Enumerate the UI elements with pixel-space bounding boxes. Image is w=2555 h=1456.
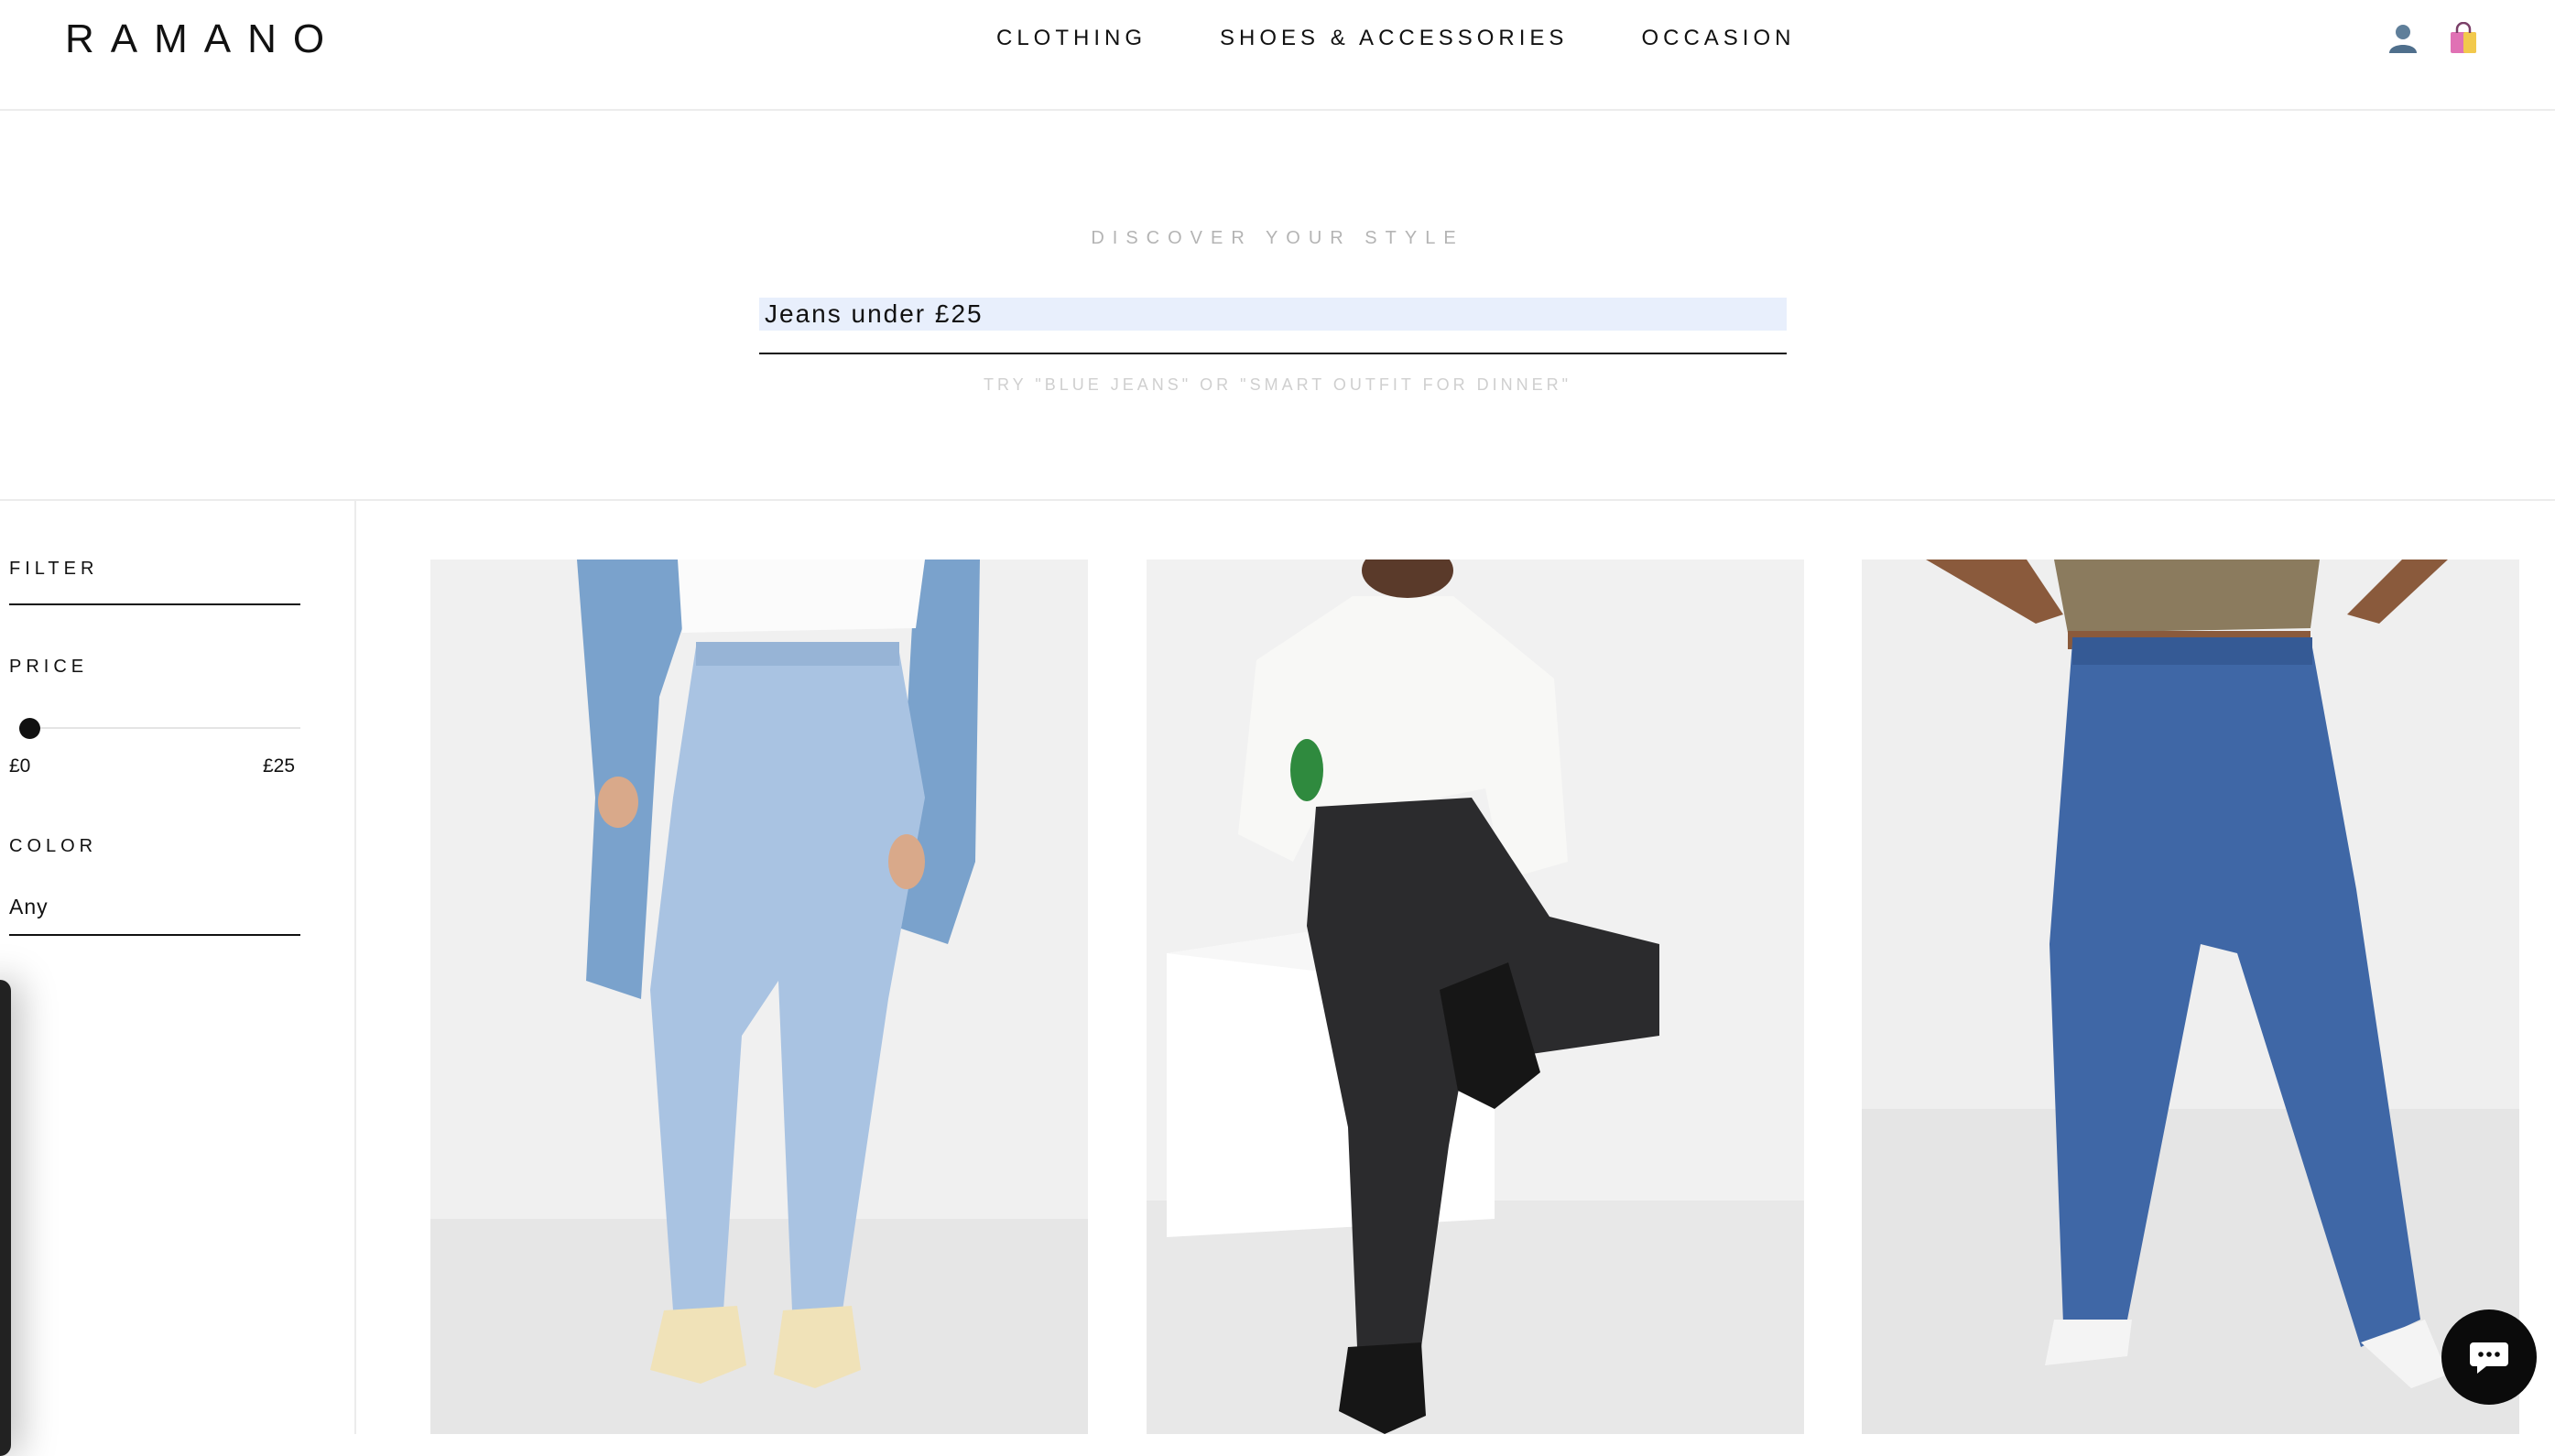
light-wash-skinny-jeans-image — [430, 560, 1088, 1434]
shopping-bag-icon[interactable] — [2447, 22, 2480, 55]
user-icon[interactable] — [2386, 22, 2419, 55]
chat-icon — [2470, 1342, 2508, 1374]
nav-occasion[interactable]: OCCASION — [1641, 26, 1795, 51]
filter-divider — [9, 603, 300, 605]
price-slider-handle[interactable] — [19, 718, 40, 739]
filter-sidebar: FILTER PRICE £0 £25 COLOR Any — [0, 501, 356, 1434]
price-max-label: £25 — [263, 755, 296, 777]
nav-shoes-accessories[interactable]: SHOES & ACCESSORIES — [1220, 26, 1568, 51]
mid-blue-flare-jeans-image — [1862, 560, 2519, 1434]
search-field — [759, 298, 1787, 354]
search-input[interactable] — [759, 298, 1787, 331]
filter-heading: FILTER — [9, 559, 99, 579]
product-card-2[interactable] — [1147, 560, 1804, 1434]
nav-clothing[interactable]: CLOTHING — [996, 26, 1147, 51]
product-card-3[interactable] — [1862, 560, 2519, 1434]
black-mom-jeans-image — [1147, 560, 1804, 1434]
color-heading: COLOR — [9, 836, 98, 856]
side-panel-edge[interactable] — [0, 980, 11, 1456]
product-card-1[interactable] — [430, 560, 1088, 1434]
header-icons — [2386, 22, 2480, 55]
discover-eyebrow: DISCOVER YOUR STYLE — [1091, 228, 1464, 248]
color-divider — [9, 934, 300, 936]
price-heading: PRICE — [9, 657, 89, 677]
price-slider-track[interactable] — [20, 727, 300, 729]
search-hero: DISCOVER YOUR STYLE TRY "BLUE JEANS" OR … — [0, 111, 2555, 501]
site-header: RAMANO CLOTHING SHOES & ACCESSORIES OCCA… — [0, 0, 2555, 111]
chat-button[interactable] — [2441, 1309, 2537, 1405]
main-nav: CLOTHING SHOES & ACCESSORIES OCCASION — [996, 26, 1795, 51]
price-min-label: £0 — [9, 755, 31, 777]
search-hint: TRY "BLUE JEANS" OR "SMART OUTFIT FOR DI… — [984, 375, 1571, 394]
color-select[interactable]: Any — [9, 895, 49, 919]
site-logo[interactable]: RAMANO — [65, 16, 341, 62]
